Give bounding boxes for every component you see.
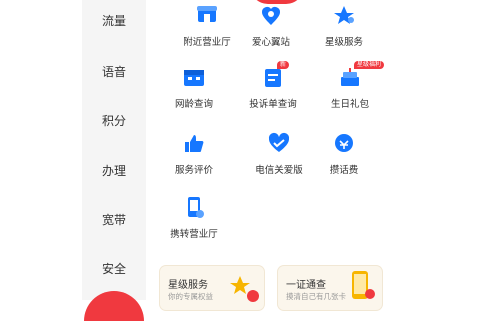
service-label: 携转营业厅 [170,229,218,240]
heart-location-icon [258,4,284,30]
service-save-credit[interactable]: 攒话费 [301,132,387,176]
birthday-cake-icon: 星级福利 [337,61,385,92]
trophy-illustration-icon [226,274,262,308]
service-label: 服务评价 [174,165,213,176]
sidebar-item-voice[interactable]: 语音 [82,63,146,80]
transfer-phone-icon [181,196,207,222]
service-label: 网龄查询 [174,99,213,110]
care-heart-icon [266,132,292,158]
card-title: 一证通查 [286,280,326,291]
star-service-icon [331,4,357,30]
service-label: 星级服务 [324,37,363,48]
service-network-age[interactable]: 网龄查询 [151,66,237,110]
calendar-icon [181,66,207,92]
phone-illustration-icon [344,270,378,308]
new-badge: 新 [277,61,290,69]
complaint-doc-icon: 新 [260,61,290,92]
sidebar-item-points[interactable]: 积分 [82,112,146,129]
star-service-card[interactable]: 星级服务 你的专属权益 [160,266,264,310]
service-label: 生日礼包 [330,99,369,110]
thumbs-up-icon [181,132,207,158]
sidebar-item-security[interactable]: 安全 [82,260,146,277]
sidebar-item-flow[interactable]: 流量 [82,12,146,29]
service-rating[interactable]: 服务评价 [151,132,237,176]
card-title: 星级服务 [168,280,208,291]
save-credit-icon [331,132,357,158]
service-label: 攒话费 [329,165,359,176]
service-transfer-store[interactable]: 携转营业厅 [151,196,237,240]
sidebar-item-broadband[interactable]: 宽带 [82,211,146,228]
service-complaint-query[interactable]: 新 投诉单查询 [230,61,316,110]
star-welfare-badge: 星级福利 [354,61,385,69]
id-check-card[interactable]: 一证通查 摸清自己有几张卡 [278,266,382,310]
sidebar-item-handle[interactable]: 办理 [82,162,146,179]
service-star-service[interactable]: 星级服务 [301,4,387,48]
category-sidebar: 流量 语音 积分 办理 宽带 安全 [82,0,146,300]
store-icon [194,4,220,30]
card-subtitle: 摸清自己有几张卡 [286,292,346,301]
service-birthday-gift[interactable]: 星级福利 生日礼包 [307,61,393,110]
card-subtitle: 你的专属权益 [168,292,213,301]
service-label: 投诉单查询 [249,99,297,110]
